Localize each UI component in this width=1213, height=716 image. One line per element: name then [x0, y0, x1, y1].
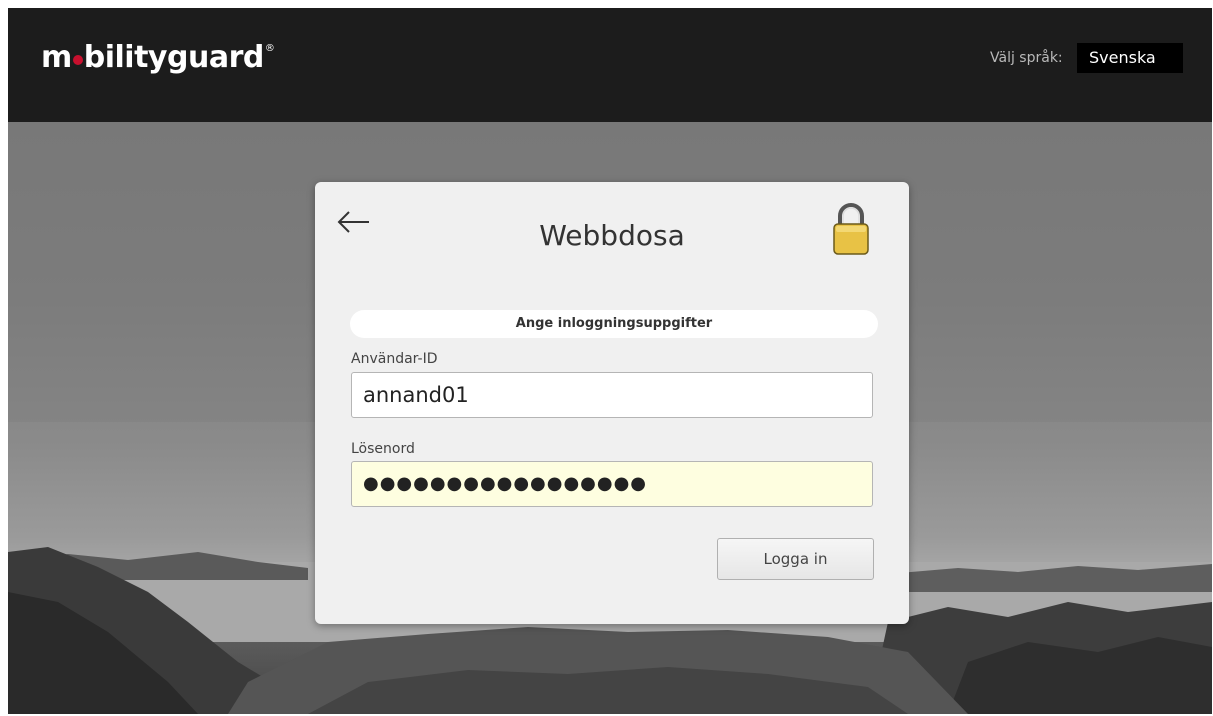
page-title: Webbdosa [539, 219, 685, 252]
login-card: Webbdosa Ange inloggningsuppgifter Använ… [315, 182, 909, 624]
mobilityguard-logo: m bilityguard® [41, 40, 275, 75]
user-id-label: Användar-ID [351, 351, 438, 367]
logo-text-right: bilityguard [83, 40, 265, 75]
padlock-icon [833, 203, 869, 255]
top-header: m bilityguard® Välj språk: Svenska [8, 8, 1212, 122]
password-label: Lösenord [351, 441, 415, 457]
language-label: Välj språk: [990, 50, 1063, 66]
logo-text-left: m [41, 40, 72, 75]
user-id-input[interactable]: annand01 [351, 372, 873, 418]
login-button[interactable]: Logga in [717, 538, 874, 580]
password-input[interactable]: ●●●●●●●●●●●●●●●●● [351, 461, 873, 507]
language-select[interactable]: Svenska [1077, 43, 1183, 73]
logo-dot-icon [72, 55, 83, 65]
app-frame: m bilityguard® Välj språk: Svenska Webbd… [8, 8, 1212, 714]
instruction-banner: Ange inloggningsuppgifter [350, 310, 878, 338]
registered-mark: ® [264, 43, 275, 54]
